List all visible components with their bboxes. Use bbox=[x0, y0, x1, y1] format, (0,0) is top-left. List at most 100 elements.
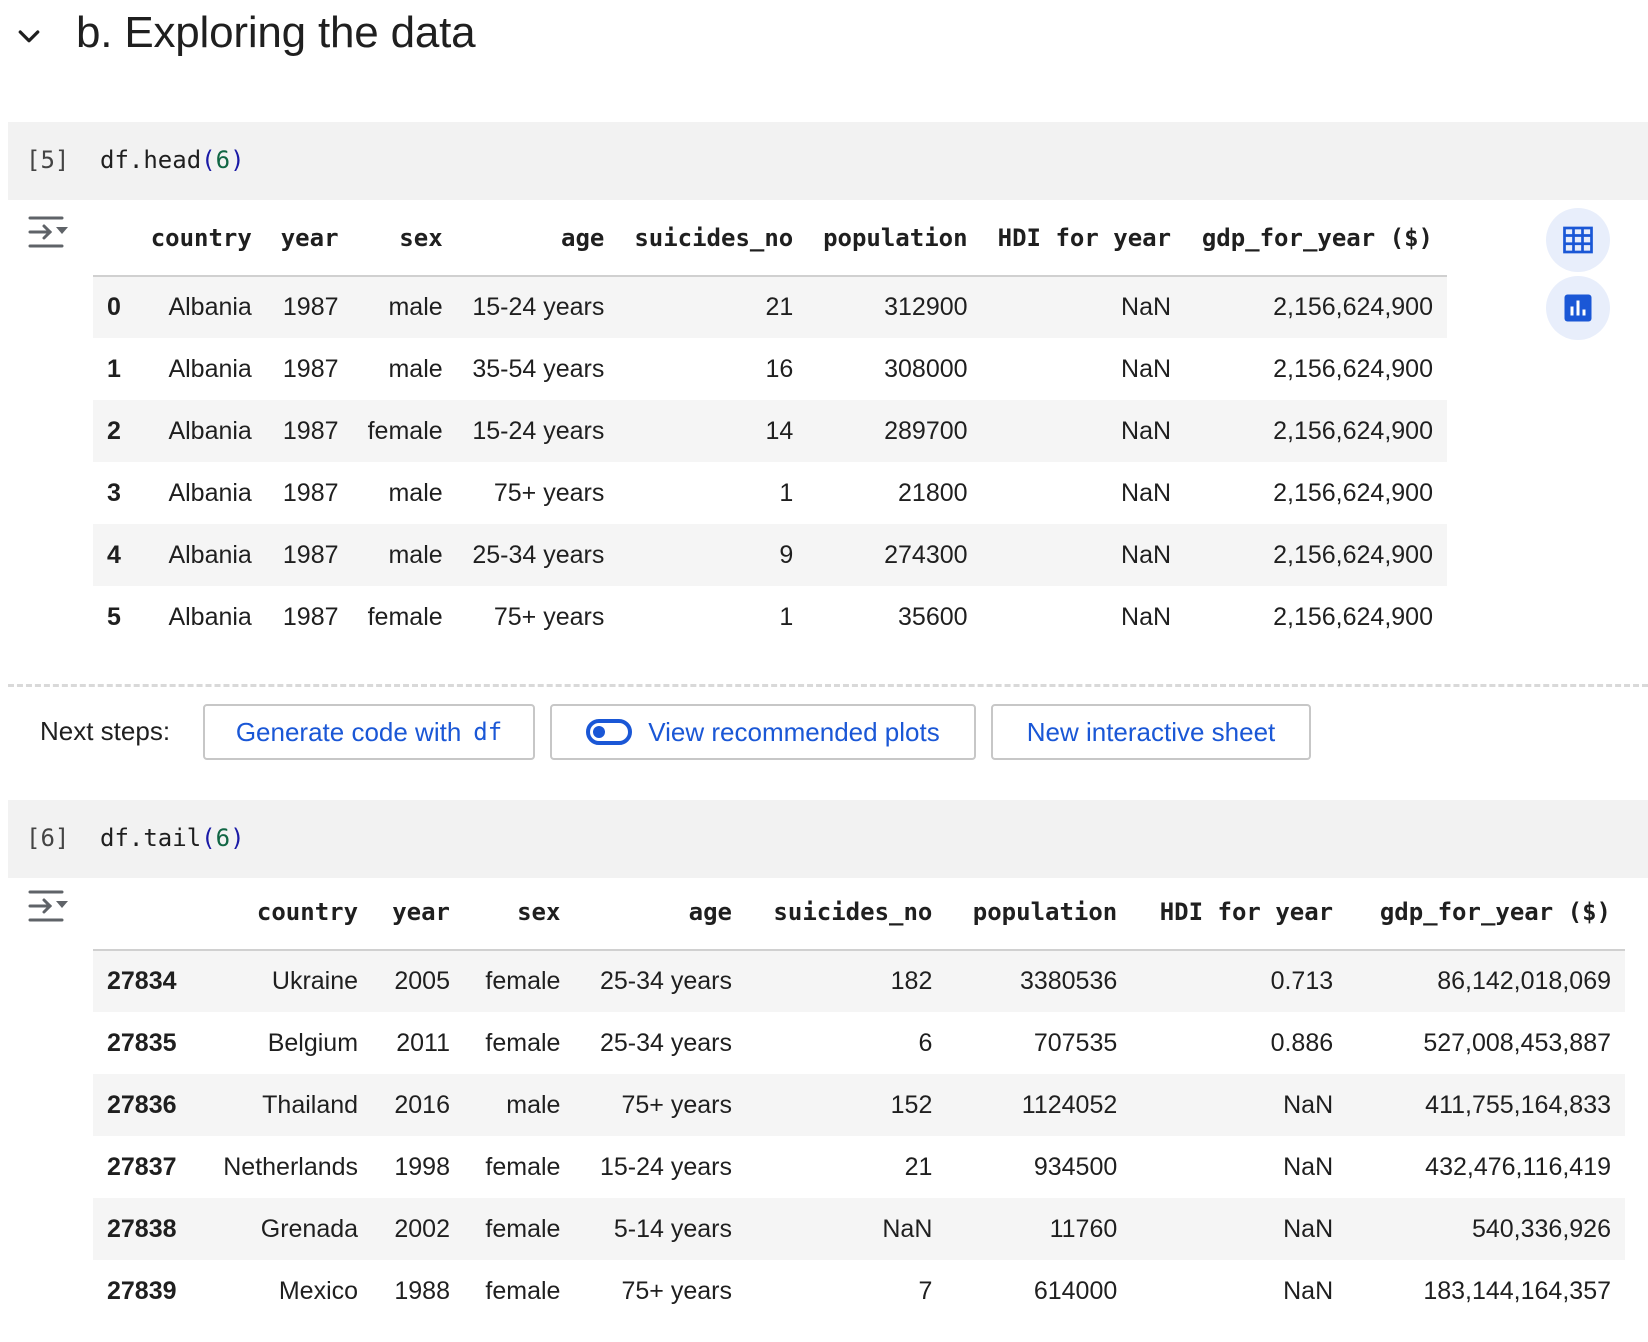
table-cell: female bbox=[485, 1276, 561, 1305]
table-cell: 2,156,624,900 bbox=[1273, 540, 1433, 569]
table-cell: female bbox=[485, 1028, 561, 1057]
table-icon[interactable] bbox=[1546, 208, 1610, 272]
code-line[interactable]: df.head(6) bbox=[100, 146, 245, 174]
column-header: HDI for year bbox=[981, 200, 1186, 277]
table-cell: NaN bbox=[1121, 540, 1172, 569]
table-cell: NaN bbox=[1283, 1152, 1334, 1181]
row-index: 1 bbox=[107, 354, 121, 383]
table-cell: Albania bbox=[168, 293, 252, 321]
table-cell: NaN bbox=[882, 1214, 933, 1243]
row-index: 27835 bbox=[107, 1028, 177, 1057]
table-cell: 707535 bbox=[1033, 1028, 1118, 1057]
table-cell: 15-24 years bbox=[472, 293, 605, 321]
code-cell-head[interactable]: [5] df.head(6) bbox=[8, 122, 1648, 200]
table-row: 5 Albania 1987 female 75+ years 1 35600 NaN 2,15… bbox=[93, 586, 1447, 648]
table-cell: male bbox=[388, 354, 443, 383]
row-index: 3 bbox=[107, 478, 121, 507]
table-cell: 1 bbox=[779, 478, 794, 507]
table-cell: 183,144,164,357 bbox=[1423, 1276, 1611, 1305]
table-row: 27839 Mexico 1988 female 75+ years 7 614000 NaN… bbox=[93, 1260, 1625, 1322]
row-index: 27838 bbox=[107, 1214, 177, 1243]
column-header: year bbox=[265, 200, 353, 277]
table-row: 4 Albania 1987 male 25-34 years 9 274300 NaN 2,1… bbox=[93, 524, 1447, 586]
table-cell: 75+ years bbox=[493, 478, 605, 507]
table-row: 27834 Ukraine 2005 female 25-34 years 182 3380… bbox=[93, 950, 1625, 1012]
index-header bbox=[93, 874, 198, 951]
table-cell: 21800 bbox=[898, 478, 968, 507]
table-row: 1 Albania 1987 male 35-54 years 16 308000 NaN 2,… bbox=[93, 338, 1447, 400]
table-cell: 1988 bbox=[394, 1276, 450, 1305]
column-header: HDI for year bbox=[1131, 874, 1348, 951]
table-cell: 411,755,164,833 bbox=[1425, 1090, 1611, 1119]
view-recommended-plots-button[interactable]: View recommended plots bbox=[550, 704, 976, 760]
table-cell: 15-24 years bbox=[599, 1152, 732, 1181]
column-header: age bbox=[456, 200, 619, 277]
table-cell: Netherlands bbox=[223, 1152, 359, 1181]
table-cell: 16 bbox=[765, 354, 794, 383]
table-cell: 1987 bbox=[282, 602, 339, 631]
chevron-down-icon[interactable] bbox=[14, 22, 44, 52]
column-header: suicides_no bbox=[618, 200, 808, 277]
table-cell: Mexico bbox=[278, 1276, 359, 1305]
table-cell: 5-14 years bbox=[613, 1214, 732, 1243]
code-line[interactable]: df.tail(6) bbox=[100, 824, 245, 852]
table-cell: 1987 bbox=[282, 416, 339, 445]
section-header: b. Exploring the data bbox=[0, 0, 1648, 80]
table-cell: male bbox=[388, 540, 443, 569]
table-cell: 1998 bbox=[394, 1152, 450, 1181]
table-cell: Grenada bbox=[260, 1214, 359, 1243]
table-cell: 1987 bbox=[282, 540, 339, 569]
table-cell: 540,336,926 bbox=[1471, 1214, 1611, 1243]
table-cell: NaN bbox=[1283, 1214, 1334, 1243]
column-header: population bbox=[807, 200, 982, 277]
output-collapse-icon[interactable] bbox=[26, 886, 70, 926]
next-steps-label: Next steps: bbox=[40, 716, 171, 746]
execution-count: [5] bbox=[26, 146, 70, 174]
table-cell: 2011 bbox=[396, 1028, 450, 1057]
code-cell-tail[interactable]: [6] df.tail(6) bbox=[8, 800, 1648, 878]
table-cell: 289700 bbox=[884, 416, 968, 445]
table-cell: 1 bbox=[779, 602, 794, 631]
output-collapse-icon[interactable] bbox=[26, 212, 70, 252]
row-index: 27836 bbox=[107, 1090, 177, 1119]
table-cell: 0.713 bbox=[1270, 967, 1334, 995]
table-header-row: country year sex age suicides_no population HD… bbox=[93, 874, 1625, 951]
new-interactive-sheet-button[interactable]: New interactive sheet bbox=[991, 704, 1311, 760]
table-row: 2 Albania 1987 female 15-24 years 14 289700 NaN… bbox=[93, 400, 1447, 462]
column-header: country bbox=[197, 874, 373, 951]
index-header bbox=[93, 200, 136, 277]
row-index: 2 bbox=[107, 416, 121, 445]
table-cell: 75+ years bbox=[621, 1276, 732, 1305]
table-cell: 25-34 years bbox=[599, 967, 732, 995]
table-cell: 35-54 years bbox=[472, 354, 605, 383]
table-cell: Albania bbox=[168, 602, 252, 631]
generate-code-button[interactable]: Generate code with df bbox=[203, 704, 535, 760]
column-header: year bbox=[372, 874, 464, 951]
table-cell: 2,156,624,900 bbox=[1273, 602, 1433, 631]
table-cell: 25-34 years bbox=[472, 540, 605, 569]
table-cell: 152 bbox=[890, 1090, 933, 1119]
table-row: 27837 Netherlands 1998 female 15-24 years 21 9… bbox=[93, 1136, 1625, 1198]
table-cell: 75+ years bbox=[621, 1090, 732, 1119]
table-header-row: country year sex age suicides_no population HD… bbox=[93, 200, 1447, 277]
table-row: 3 Albania 1987 male 75+ years 1 21800 NaN 2,156,… bbox=[93, 462, 1447, 524]
table-cell: 1124052 bbox=[1021, 1090, 1118, 1119]
table-cell: NaN bbox=[1121, 602, 1172, 631]
table-cell: Thailand bbox=[262, 1090, 359, 1119]
table-cell: 75+ years bbox=[493, 602, 605, 631]
table-cell: NaN bbox=[1121, 354, 1172, 383]
table-cell: 527,008,453,887 bbox=[1423, 1028, 1611, 1057]
table-cell: 312900 bbox=[884, 293, 968, 321]
table-cell: 2005 bbox=[394, 967, 450, 995]
table-cell: 9 bbox=[779, 540, 794, 569]
table-cell: NaN bbox=[1283, 1276, 1334, 1305]
table-cell: Ukraine bbox=[271, 967, 359, 995]
table-cell: 86,142,018,069 bbox=[1437, 967, 1611, 995]
table-cell: 2,156,624,900 bbox=[1273, 478, 1433, 507]
bar-chart-icon[interactable] bbox=[1546, 276, 1610, 340]
table-cell: female bbox=[485, 1214, 561, 1243]
table-cell: 1987 bbox=[282, 354, 339, 383]
table-cell: 2002 bbox=[394, 1214, 450, 1243]
table-cell: male bbox=[388, 478, 443, 507]
column-header: population bbox=[946, 874, 1132, 951]
